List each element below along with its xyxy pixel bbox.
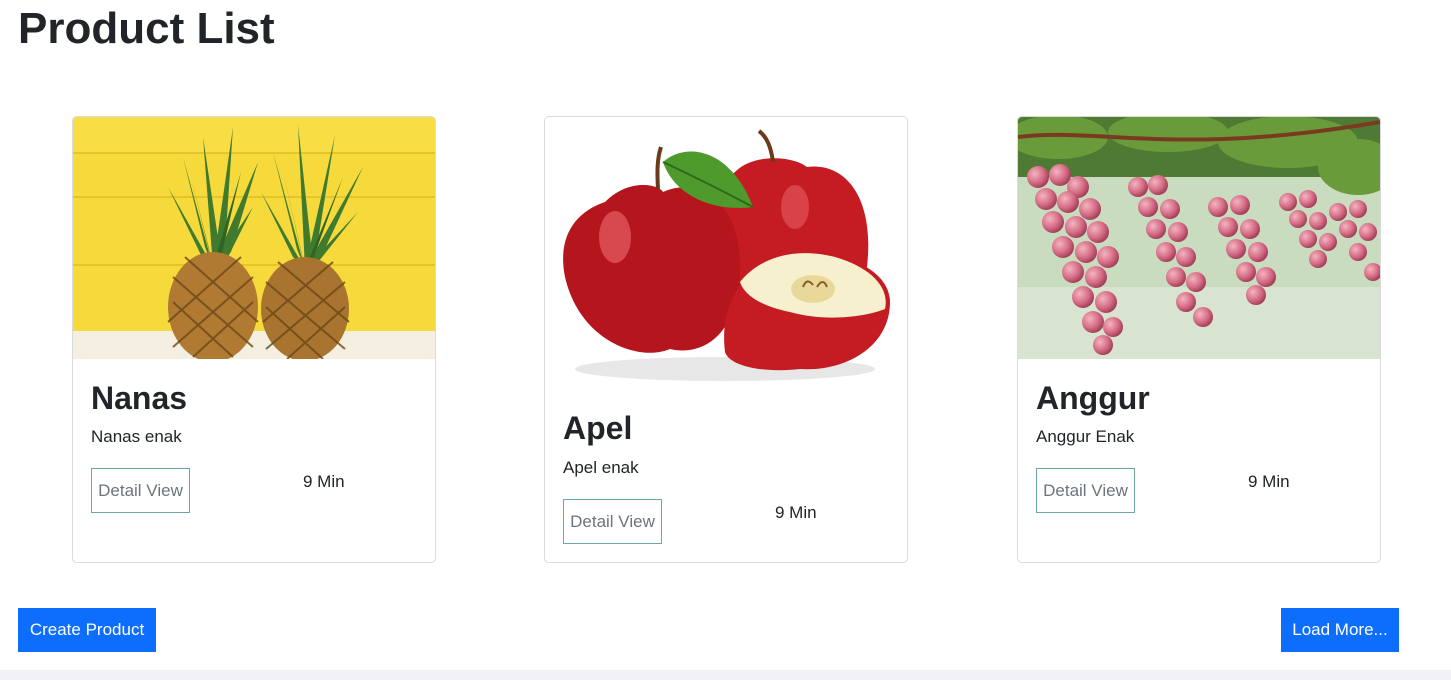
detail-view-button[interactable]: Detail View [91,468,190,513]
detail-view-button[interactable]: Detail View [563,499,662,544]
grapes-image [1018,117,1380,359]
load-more-button[interactable]: Load More... [1281,608,1399,652]
footer-strip [0,670,1451,680]
apple-image [545,117,907,389]
product-card-nanas: Nanas Nanas enak Detail View 9 Min [72,116,436,563]
time-label: 9 Min [1248,472,1290,491]
product-title: Apel [563,410,633,446]
page: Product List Nanas Nanas enak Detail Vie… [0,0,1451,680]
product-title: Anggur [1036,380,1150,416]
time-label: 9 Min [303,472,345,491]
product-card-apel: Apel Apel enak Detail View 9 Min [544,116,908,563]
product-card-anggur: Anggur Anggur Enak Detail View 9 Min [1017,116,1381,563]
detail-view-button[interactable]: Detail View [1036,468,1135,513]
page-title: Product List [18,4,275,53]
product-description: Apel enak [563,458,639,477]
pineapple-image [73,117,435,359]
product-title: Nanas [91,380,188,416]
product-description: Anggur Enak [1036,427,1135,446]
create-product-button[interactable]: Create Product [18,608,156,652]
time-label: 9 Min [775,503,817,522]
product-description: Nanas enak [91,427,182,446]
